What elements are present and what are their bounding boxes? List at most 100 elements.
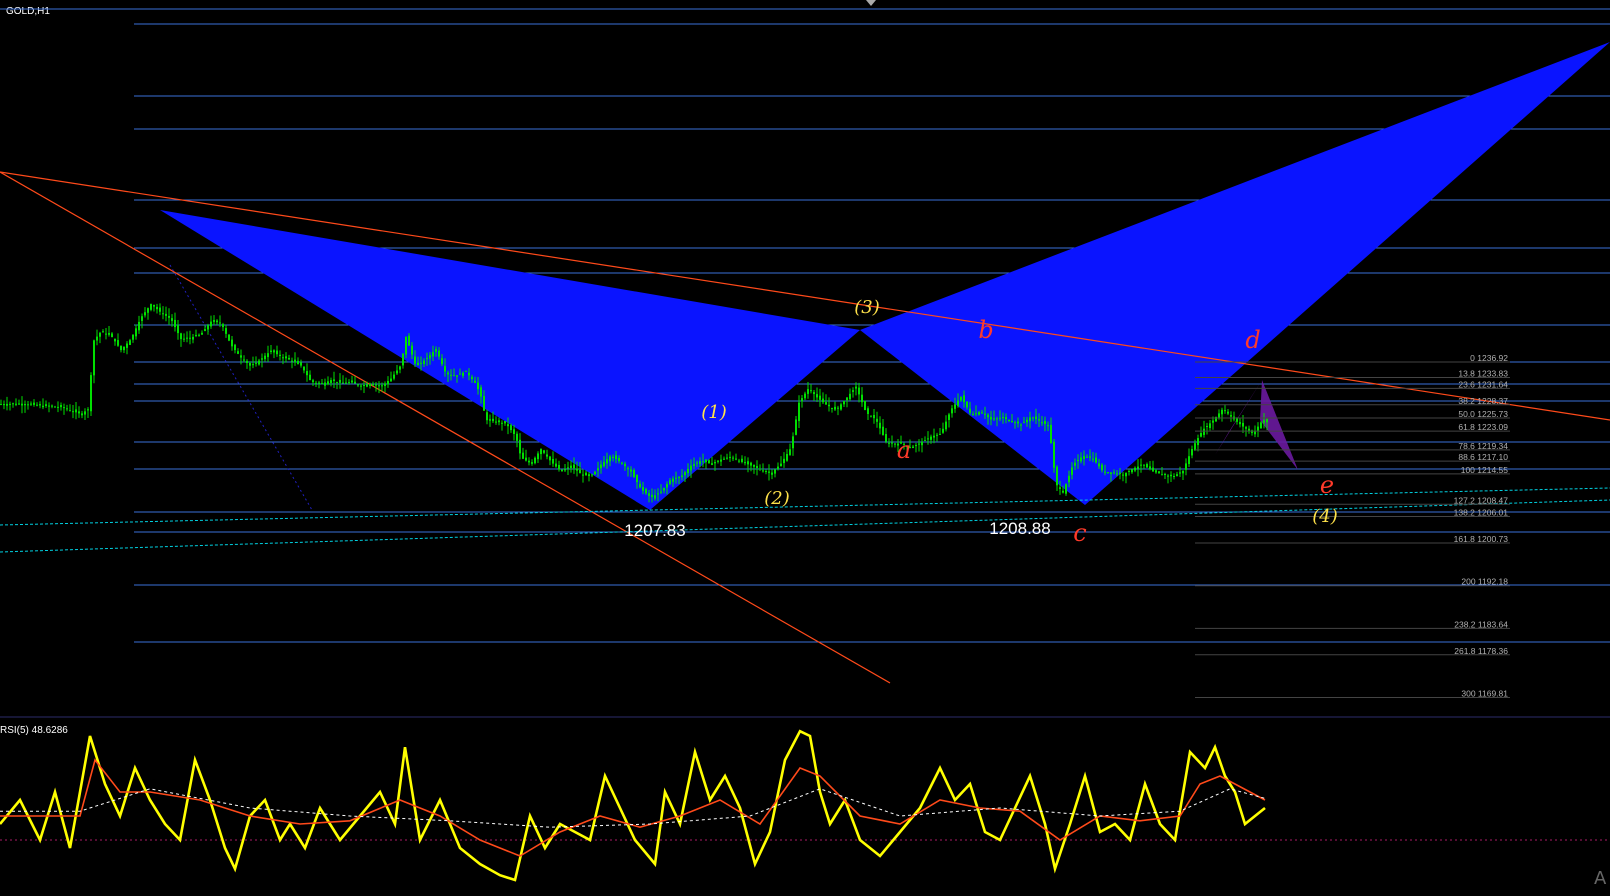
- candle-body: [297, 360, 299, 364]
- candle-body: [105, 333, 107, 335]
- candle-body: [1155, 470, 1157, 473]
- candle-body: [735, 458, 737, 460]
- candle-body: [1032, 417, 1034, 419]
- candle-body: [1053, 441, 1055, 468]
- candle-body: [1002, 416, 1004, 419]
- candle-body: [1173, 476, 1175, 477]
- candle-body: [366, 384, 368, 387]
- candle-body: [945, 421, 947, 430]
- candle-body: [1041, 422, 1043, 424]
- candle-body: [732, 457, 734, 459]
- candle-body: [372, 384, 374, 386]
- candle-body: [441, 358, 443, 365]
- candle-body: [456, 375, 458, 377]
- fib-level-label: 50.0 1225.73: [1458, 409, 1508, 419]
- candle-body: [849, 393, 851, 400]
- candle-body: [69, 410, 71, 412]
- candle-body: [1203, 428, 1205, 435]
- candle-body: [252, 364, 254, 366]
- candle-body: [339, 379, 341, 383]
- candle-body: [120, 345, 122, 351]
- candle-body: [669, 480, 671, 484]
- candle-body: [78, 411, 80, 414]
- candle-body: [72, 411, 74, 413]
- candle-body: [630, 469, 632, 472]
- candle-body: [972, 414, 974, 415]
- candle-body: [420, 362, 422, 364]
- candle-body: [306, 371, 308, 376]
- fib-level-label: 261.8 1178.36: [1454, 646, 1508, 656]
- candle-body: [717, 460, 719, 462]
- candle-body: [90, 375, 92, 412]
- candle-body: [195, 334, 197, 336]
- candle-body: [1227, 411, 1229, 414]
- candle-body: [75, 409, 77, 413]
- candle-body: [642, 487, 644, 491]
- candle-body: [30, 403, 32, 405]
- candle-body: [552, 458, 554, 464]
- fib-level-label: 13.8 1233.83: [1458, 368, 1508, 378]
- candle-body: [318, 382, 320, 384]
- candle-body: [1095, 457, 1097, 463]
- candle-body: [168, 316, 170, 318]
- candle-body: [360, 385, 362, 387]
- candle-body: [657, 493, 659, 495]
- candle-body: [594, 471, 596, 475]
- candle-body: [1083, 455, 1085, 459]
- wave-label: (4): [1312, 506, 1338, 527]
- candle-body: [912, 446, 914, 449]
- candle-body: [255, 362, 257, 364]
- candle-body: [1209, 423, 1211, 428]
- candle-body: [867, 408, 869, 414]
- candle-body: [759, 468, 761, 470]
- candle-body: [525, 457, 527, 461]
- candle-body: [744, 462, 746, 464]
- candle-body: [447, 372, 449, 375]
- candle-body: [951, 408, 953, 414]
- candle-body: [597, 468, 599, 471]
- candle-body: [1116, 473, 1118, 475]
- candle-body: [1107, 472, 1109, 474]
- top-arrow-icon: [866, 0, 876, 6]
- candle-body: [24, 404, 26, 406]
- candle-body: [426, 358, 428, 360]
- candle-body: [882, 426, 884, 435]
- wave-label: b: [978, 316, 993, 344]
- candle-body: [609, 456, 611, 462]
- candle-body: [519, 439, 521, 454]
- fib-level-label: 38.2 1228.37: [1458, 396, 1508, 406]
- candle-body: [225, 328, 227, 334]
- candle-body: [798, 402, 800, 422]
- candle-body: [720, 459, 722, 462]
- wave-label: (3): [854, 297, 880, 318]
- candle-body: [561, 469, 563, 471]
- candle-body: [894, 443, 896, 445]
- candle-body: [183, 338, 185, 340]
- candle-body: [936, 434, 938, 436]
- candle-body: [939, 433, 941, 435]
- candle-body: [198, 334, 200, 336]
- candle-body: [1221, 409, 1223, 415]
- candle-body: [1035, 416, 1037, 420]
- candle-body: [1206, 426, 1208, 427]
- price-labels: 1207.83 1208.88: [624, 519, 1050, 540]
- candle-body: [108, 332, 110, 335]
- candle-body: [789, 449, 791, 455]
- candle-body: [756, 466, 758, 468]
- candle-body: [1044, 421, 1046, 425]
- candle-body: [621, 462, 623, 464]
- candle-body: [684, 472, 686, 476]
- candle-body: [1077, 460, 1079, 462]
- candle-body: [414, 356, 416, 364]
- candle-body: [111, 333, 113, 338]
- candle-body: [1026, 419, 1028, 423]
- candle-body: [219, 322, 221, 324]
- candle-body: [969, 408, 971, 413]
- candle-body: [6, 403, 8, 406]
- candle-body: [504, 421, 506, 424]
- candle-body: [1143, 464, 1145, 466]
- candle-body: [582, 474, 584, 476]
- candle-body: [1131, 469, 1133, 473]
- candle-body: [294, 359, 296, 363]
- candle-body: [33, 402, 35, 405]
